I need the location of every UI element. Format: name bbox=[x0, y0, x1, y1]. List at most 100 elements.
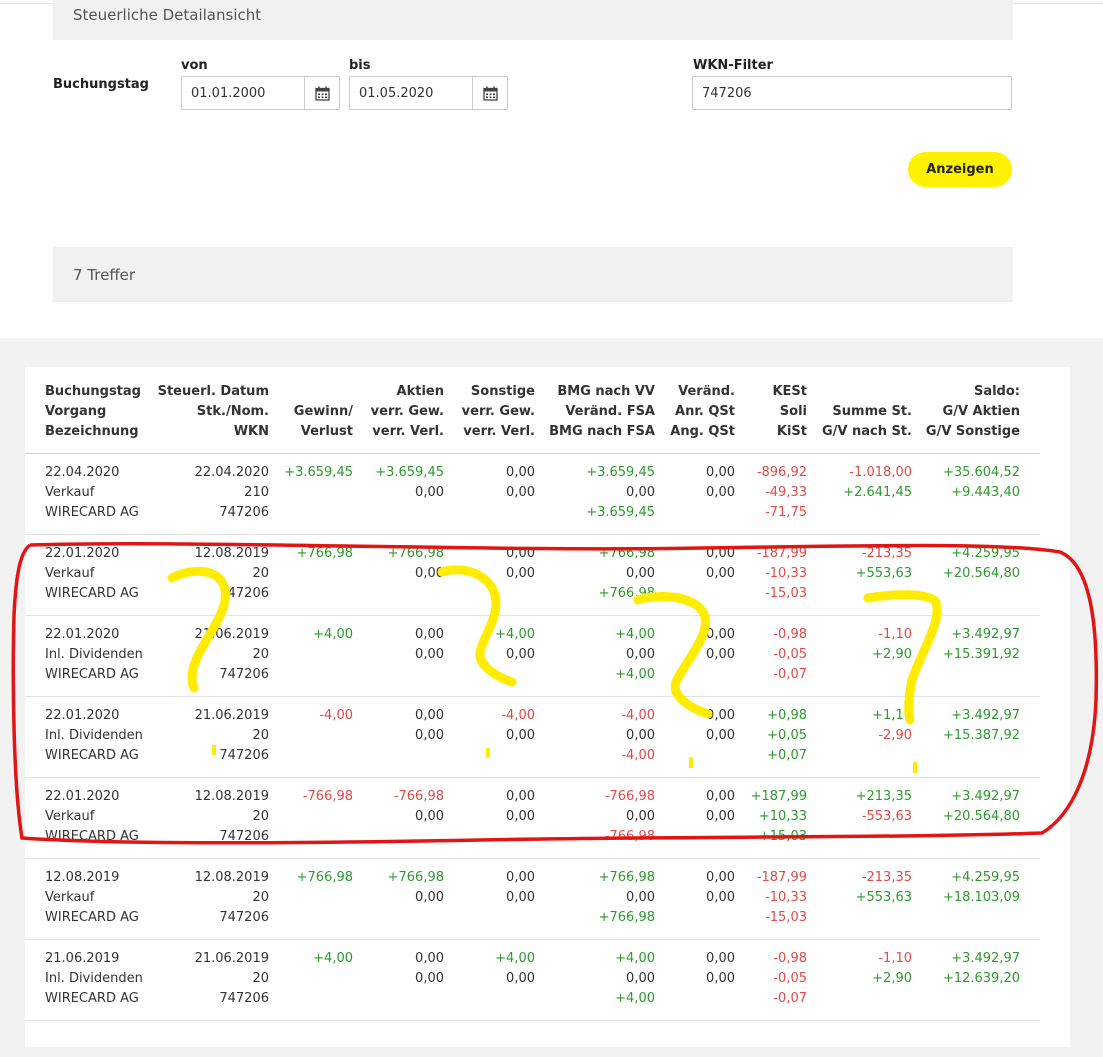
cell-value: 20 bbox=[252, 728, 269, 743]
kest-cell: -187,99 -10,33 -15,03 bbox=[740, 868, 807, 928]
cell-value: 0,00 bbox=[706, 708, 735, 723]
wkn-filter-label: WKN-Filter bbox=[693, 58, 773, 73]
cell-value: +20.564,80 bbox=[942, 566, 1020, 581]
cell-value: 0,00 bbox=[706, 890, 735, 905]
sum-tax-cell: +213,35 -553,63 bbox=[812, 787, 912, 827]
bmg-cell: +766,98 0,00 +766,98 bbox=[540, 868, 655, 928]
cell-value: -0,07 bbox=[773, 991, 807, 1006]
cell-value: 21.06.2019 bbox=[194, 627, 269, 642]
cell-value: +0,05 bbox=[767, 728, 807, 743]
header-line: BMG nach FSA bbox=[549, 424, 655, 439]
cell-value: 0,00 bbox=[706, 809, 735, 824]
cell-value: +15.387,92 bbox=[942, 728, 1020, 743]
cell-value: +3.659,45 bbox=[284, 465, 353, 480]
shares-cell: 0,00 0,00 bbox=[357, 706, 444, 746]
cell-value: +766,98 bbox=[598, 546, 655, 561]
cell-value: +213,35 bbox=[855, 789, 912, 804]
cell-value: +553,63 bbox=[855, 566, 912, 581]
cell-value: -1.018,00 bbox=[849, 465, 912, 480]
cell-value: 12.08.2019 bbox=[194, 546, 269, 561]
calendar-icon[interactable] bbox=[304, 77, 339, 109]
cell-value: -0,05 bbox=[773, 647, 807, 662]
header-line: Stk./Nom. bbox=[196, 404, 269, 419]
cell-value: +3.659,45 bbox=[586, 505, 655, 520]
cell-value: -10,33 bbox=[765, 566, 807, 581]
cell-value: 0,00 bbox=[706, 465, 735, 480]
booking-day-label: Buchungstag bbox=[53, 77, 149, 92]
cell-value: -15,03 bbox=[765, 586, 807, 601]
cell-value: +35.604,52 bbox=[942, 465, 1020, 480]
show-button[interactable]: Anzeigen bbox=[908, 152, 1012, 187]
shares-cell: -766,98 0,00 bbox=[357, 787, 444, 827]
bmg-cell: -4,00 0,00 -4,00 bbox=[540, 706, 655, 766]
cell-value: +10,33 bbox=[758, 809, 807, 824]
gain-loss-cell: -766,98 bbox=[275, 787, 353, 807]
saldo-cell: +4.259,95 +18.103,09 bbox=[917, 868, 1020, 908]
table-row: 22.01.2020 Inl. Dividenden WIRECARD AG 21.0… bbox=[25, 697, 1040, 778]
gain-loss-cell: -4,00 bbox=[275, 706, 353, 726]
cell-value: 0,00 bbox=[415, 708, 444, 723]
cell-value: -4,00 bbox=[501, 708, 535, 723]
cell-value: -187,99 bbox=[756, 546, 807, 561]
wkn-filter-input[interactable]: 747206 bbox=[692, 76, 1012, 110]
cell-value: +0,98 bbox=[767, 708, 807, 723]
cell-value: 0,00 bbox=[415, 890, 444, 905]
from-label: von bbox=[181, 58, 208, 73]
column-header-saldo: Saldo: G/V Aktien G/V Sonstige bbox=[917, 382, 1020, 442]
qst-cell: 0,00 0,00 bbox=[660, 787, 735, 827]
cell-value: 747206 bbox=[219, 910, 269, 925]
page-title: Steuerliche Detailansicht bbox=[73, 6, 262, 24]
cell-value: -553,63 bbox=[861, 809, 912, 824]
kest-cell: -187,99 -10,33 -15,03 bbox=[740, 544, 807, 604]
cell-value: 20 bbox=[252, 809, 269, 824]
other-cell: 0,00 0,00 bbox=[449, 868, 535, 908]
cell-value: 0,00 bbox=[506, 566, 535, 581]
cell-value: +4,00 bbox=[313, 627, 353, 642]
cell-value: 0,00 bbox=[706, 647, 735, 662]
table-row: 22.04.2020 Verkauf WIRECARD AG 22.04.2020 21… bbox=[25, 454, 1040, 535]
from-date-field[interactable]: 01.01.2000 bbox=[181, 76, 340, 110]
gain-loss-cell: +766,98 bbox=[275, 868, 353, 888]
column-header-other: Sonstige verr. Gew. verr. Verl. bbox=[449, 382, 535, 442]
cell-value: 0,00 bbox=[626, 890, 655, 905]
cell-value: 0,00 bbox=[626, 728, 655, 743]
header-line: G/V Sonstige bbox=[925, 424, 1020, 439]
cell-value: 0,00 bbox=[415, 728, 444, 743]
cell-value: +766,98 bbox=[296, 546, 353, 561]
calendar-icon[interactable] bbox=[472, 77, 507, 109]
qst-cell: 0,00 0,00 bbox=[660, 463, 735, 503]
cell-value: +4,00 bbox=[615, 667, 655, 682]
cell-value: +9.443,40 bbox=[951, 485, 1020, 500]
header-line: Saldo: bbox=[973, 384, 1020, 399]
cell-value: 747206 bbox=[219, 505, 269, 520]
cell-value: +766,98 bbox=[296, 870, 353, 885]
cell-value: -0,05 bbox=[773, 971, 807, 986]
to-date-value: 01.05.2020 bbox=[359, 86, 434, 101]
cell-value: -213,35 bbox=[861, 546, 912, 561]
results-table: Buchungstag Vorgang Bezeichnung Steuerl. Da… bbox=[25, 367, 1070, 1047]
cell-value: 0,00 bbox=[506, 870, 535, 885]
cell-value: +3.659,45 bbox=[375, 465, 444, 480]
table-row: 21.06.2019 Inl. Dividenden WIRECARD AG 21.0… bbox=[25, 940, 1040, 1021]
header-line: BMG nach VV bbox=[557, 384, 655, 399]
cell-value: 0,00 bbox=[626, 971, 655, 986]
to-date-field[interactable]: 01.05.2020 bbox=[349, 76, 508, 110]
cell-value: +0,07 bbox=[767, 748, 807, 763]
cell-value: 0,00 bbox=[706, 566, 735, 581]
cell-value: -15,03 bbox=[765, 910, 807, 925]
cell-value: 0,00 bbox=[415, 485, 444, 500]
cell-value: 0,00 bbox=[415, 971, 444, 986]
cell-value: 20 bbox=[252, 566, 269, 581]
cell-value: 0,00 bbox=[415, 566, 444, 581]
cell-value: +766,98 bbox=[598, 910, 655, 925]
cell-value: 20 bbox=[252, 971, 269, 986]
cell-value: 0,00 bbox=[506, 546, 535, 561]
gain-loss-cell: +766,98 bbox=[275, 544, 353, 564]
cell-value: -896,92 bbox=[756, 465, 807, 480]
cell-value: 21.06.2019 bbox=[194, 708, 269, 723]
sum-tax-cell: -1,10 +2,90 bbox=[812, 949, 912, 989]
tax-date-cell: 22.04.2020 210 747206 bbox=[145, 463, 269, 523]
cell-value: +12.639,20 bbox=[942, 971, 1020, 986]
header-line: Verlust bbox=[300, 424, 353, 439]
cell-value: 20 bbox=[252, 647, 269, 662]
